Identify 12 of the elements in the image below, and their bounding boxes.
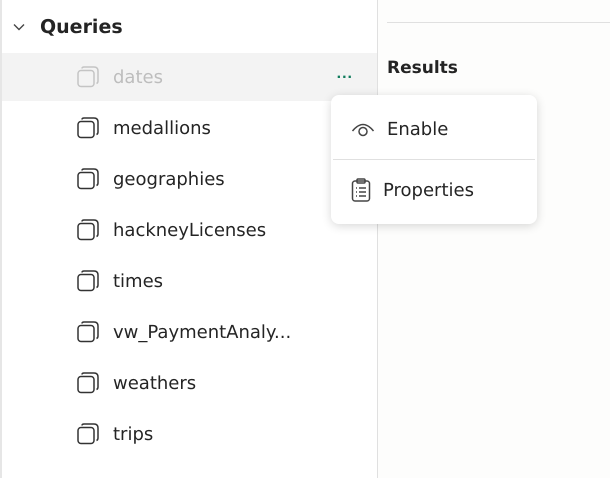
query-icon	[77, 117, 99, 139]
eye-icon	[351, 121, 375, 137]
query-icon	[77, 168, 99, 190]
query-icon	[77, 321, 99, 343]
query-icon	[77, 270, 99, 292]
query-icon	[77, 219, 99, 241]
query-icon	[77, 66, 99, 88]
query-icon	[77, 372, 99, 394]
clipboard-icon	[351, 178, 371, 202]
results-title: Results	[387, 58, 459, 78]
query-icon	[77, 423, 99, 445]
queries-title: Queries	[40, 16, 123, 38]
